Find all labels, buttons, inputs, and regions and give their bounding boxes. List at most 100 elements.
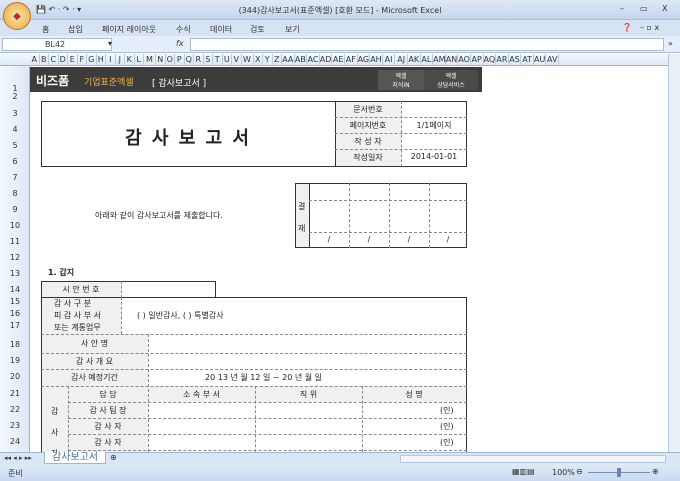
row-header[interactable]: 9 xyxy=(0,205,30,214)
column-header[interactable]: E xyxy=(68,54,78,65)
row-header[interactable]: 19 xyxy=(0,356,30,365)
tab-home[interactable]: 홈 xyxy=(42,24,49,35)
column-header[interactable]: Z xyxy=(273,54,282,65)
column-header[interactable]: AF xyxy=(345,54,358,65)
zoom-slider-thumb[interactable] xyxy=(617,468,621,477)
column-header[interactable]: R xyxy=(194,54,204,65)
column-header[interactable]: L xyxy=(135,54,144,65)
approval-date-slash[interactable]: / xyxy=(309,235,349,244)
column-header[interactable]: AI xyxy=(383,54,396,65)
column-header[interactable]: K xyxy=(125,54,135,65)
tab-formulas[interactable]: 수식 xyxy=(176,24,191,35)
row-header[interactable]: 4 xyxy=(0,125,30,134)
column-header[interactable]: Q xyxy=(185,54,194,65)
approval-date-slash[interactable]: / xyxy=(349,235,389,244)
zoom-in-icon[interactable]: ⊕ xyxy=(652,467,659,476)
row-header[interactable]: 8 xyxy=(0,189,30,198)
approval-date-slash[interactable]: / xyxy=(389,235,429,244)
column-header[interactable]: AN xyxy=(446,54,459,65)
row-header[interactable]: 10 xyxy=(0,221,30,230)
column-header[interactable]: AB xyxy=(295,54,308,65)
row-header[interactable]: 5 xyxy=(0,141,30,150)
period-value[interactable]: 20 13 년 월 12 일 ~ 20 년 월 일 xyxy=(205,372,322,383)
column-header[interactable]: AR xyxy=(496,54,509,65)
column-header[interactable]: AC xyxy=(307,54,320,65)
horizontal-scrollbar[interactable] xyxy=(400,455,666,463)
row-header[interactable]: 16 xyxy=(0,309,30,318)
name-box[interactable]: BL42 xyxy=(45,40,65,49)
column-header[interactable]: V xyxy=(232,54,242,65)
row-header[interactable]: 7 xyxy=(0,173,30,182)
column-header[interactable]: AS xyxy=(509,54,522,65)
sheet-nav-buttons[interactable]: ◂◂ ◂ ▸ ▸▸ xyxy=(4,454,32,462)
column-header[interactable]: AQ xyxy=(484,54,497,65)
tab-insert[interactable]: 삽입 xyxy=(68,24,83,35)
column-header[interactable]: AO xyxy=(458,54,471,65)
formula-input[interactable] xyxy=(190,38,664,51)
row-header[interactable]: 13 xyxy=(0,269,30,278)
ribbon-window-controls[interactable]: – ▫ x xyxy=(640,23,659,32)
column-header[interactable]: J xyxy=(116,54,125,65)
close-button[interactable]: X xyxy=(662,4,667,13)
function-icon[interactable]: fx xyxy=(176,39,184,48)
row-header[interactable]: 17 xyxy=(0,321,30,330)
tab-page-layout[interactable]: 페이지 레이아웃 xyxy=(102,24,156,35)
column-header[interactable]: A xyxy=(30,54,40,65)
insert-sheet-icon[interactable]: ⊕ xyxy=(110,453,117,462)
column-header[interactable]: AJ xyxy=(395,54,408,65)
view-buttons[interactable]: ▦▥▤ xyxy=(512,467,535,476)
tab-data[interactable]: 데이터 xyxy=(210,24,232,35)
maximize-button[interactable]: ▭ xyxy=(640,4,648,13)
row-header[interactable]: 11 xyxy=(0,237,30,246)
meta-value[interactable]: 1/1페이지 xyxy=(401,120,467,131)
row-header[interactable]: 24 xyxy=(0,437,30,446)
column-header[interactable]: AV xyxy=(546,54,560,65)
meta-value[interactable]: 2014-01-01 xyxy=(401,152,467,161)
expand-formula-icon[interactable]: » xyxy=(668,39,673,48)
row-header[interactable]: 2 xyxy=(0,92,30,101)
column-header[interactable]: X xyxy=(254,54,263,65)
office-button[interactable]: ◆ xyxy=(3,2,31,30)
column-header[interactable]: U xyxy=(223,54,232,65)
column-header[interactable]: N xyxy=(156,54,166,65)
row-header[interactable]: 20 xyxy=(0,372,30,381)
row-header[interactable]: 12 xyxy=(0,253,30,262)
approval-date-slash[interactable]: / xyxy=(429,235,467,244)
column-header[interactable]: Y xyxy=(263,54,273,65)
column-header[interactable]: C xyxy=(49,54,59,65)
column-header[interactable]: T xyxy=(213,54,223,65)
column-header[interactable]: O xyxy=(166,54,175,65)
member-seal[interactable]: (인) xyxy=(440,405,454,416)
minimize-button[interactable]: – xyxy=(620,4,624,13)
column-header[interactable]: AT xyxy=(521,54,534,65)
column-header[interactable]: AM xyxy=(433,54,446,65)
column-header[interactable]: AK xyxy=(408,54,421,65)
column-header[interactable]: D xyxy=(59,54,68,65)
row-header[interactable]: 22 xyxy=(0,405,30,414)
row-header[interactable]: 6 xyxy=(0,157,30,166)
column-header[interactable]: AP xyxy=(471,54,484,65)
column-header[interactable]: S xyxy=(204,54,213,65)
member-seal[interactable]: (인) xyxy=(440,437,454,448)
column-header[interactable]: B xyxy=(40,54,49,65)
tab-view[interactable]: 보기 xyxy=(285,24,300,35)
row-header[interactable]: 14 xyxy=(0,285,30,294)
row-header[interactable]: 15 xyxy=(0,297,30,306)
column-header[interactable]: P xyxy=(175,54,185,65)
column-header[interactable]: H xyxy=(97,54,106,65)
column-header[interactable]: AA xyxy=(282,54,295,65)
column-header[interactable]: AH xyxy=(370,54,383,65)
column-header[interactable]: F xyxy=(78,54,87,65)
column-header[interactable]: AU xyxy=(534,54,547,65)
sheet-tab-audit-report[interactable]: 감사보고서 xyxy=(44,452,106,464)
vertical-scrollbar[interactable] xyxy=(668,54,680,452)
member-seal[interactable]: (인) xyxy=(440,421,454,432)
column-header[interactable]: G xyxy=(87,54,97,65)
row-header[interactable]: 21 xyxy=(0,389,30,398)
column-header[interactable]: AD xyxy=(320,54,333,65)
zoom-level[interactable]: 100% xyxy=(552,468,575,477)
audit-type-value[interactable]: ( ) 일반감사, ( ) 특별감사 xyxy=(137,310,224,321)
tab-review[interactable]: 검토 xyxy=(250,24,265,35)
help-icon[interactable]: ❓ xyxy=(622,23,632,32)
column-header[interactable]: AL xyxy=(421,54,434,65)
